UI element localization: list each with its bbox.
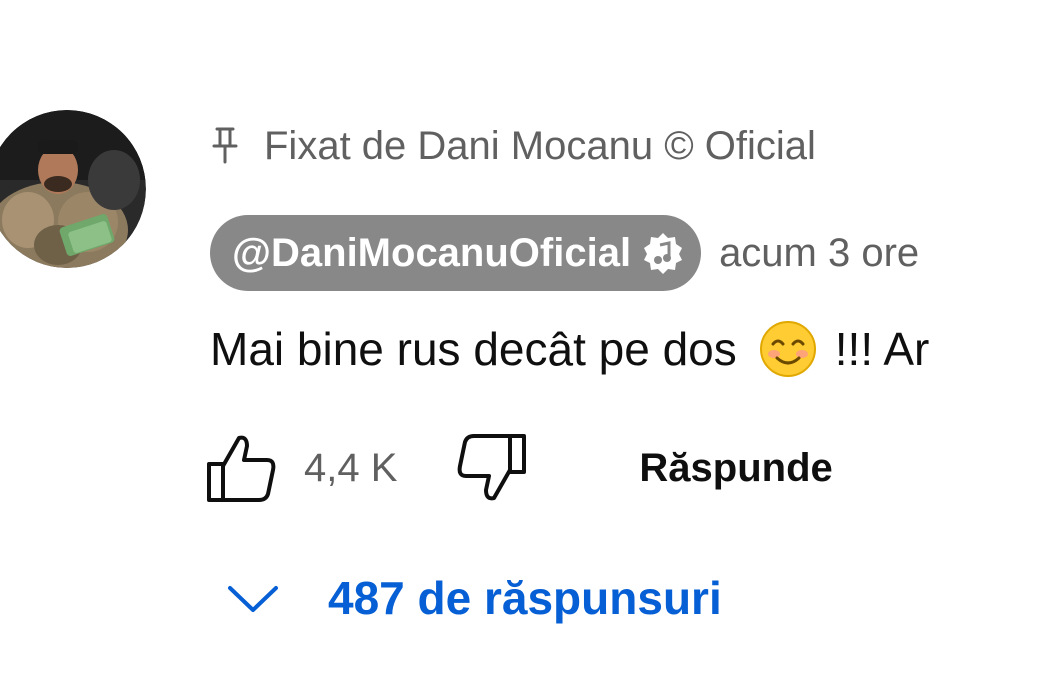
like-button[interactable]	[200, 428, 282, 508]
comment-text-part-1: Mai bine rus decât pe dos	[210, 323, 737, 375]
like-count: 4,4 K	[304, 445, 398, 490]
avatar-image	[0, 110, 146, 268]
author-handle-chip[interactable]: @DaniMocanuOficial	[210, 215, 702, 291]
avatar[interactable]	[0, 110, 146, 268]
comment-time[interactable]: acum 3 ore	[719, 231, 919, 276]
comment-header: @DaniMocanuOficial acum 3 ore	[210, 214, 919, 292]
comment-text: Mai bine rus decât pe dos !!! Ar	[210, 318, 929, 380]
dislike-button[interactable]	[451, 428, 533, 508]
smiling-face-icon	[759, 320, 817, 378]
replies-count-label: 487 de răspunsuri	[328, 572, 722, 624]
author-handle: @DaniMocanuOficial	[232, 230, 632, 275]
pinned-label-row: Fixat de Dani Mocanu © Oficial	[210, 122, 816, 170]
thumbs-up-icon	[207, 435, 276, 502]
comment-text-part-2: !!! Ar	[834, 323, 930, 375]
pin-icon	[210, 126, 240, 166]
reply-button[interactable]: Răspunde	[633, 438, 838, 499]
chevron-down-icon	[222, 578, 284, 618]
pinned-label: Fixat de Dani Mocanu © Oficial	[264, 123, 816, 168]
thumbs-down-icon	[458, 434, 527, 501]
music-note-verified-icon	[641, 231, 685, 275]
comment-actions: 4,4 K Răspunde	[200, 428, 839, 508]
view-replies-button[interactable]: 487 de răspunsuri	[222, 566, 722, 630]
